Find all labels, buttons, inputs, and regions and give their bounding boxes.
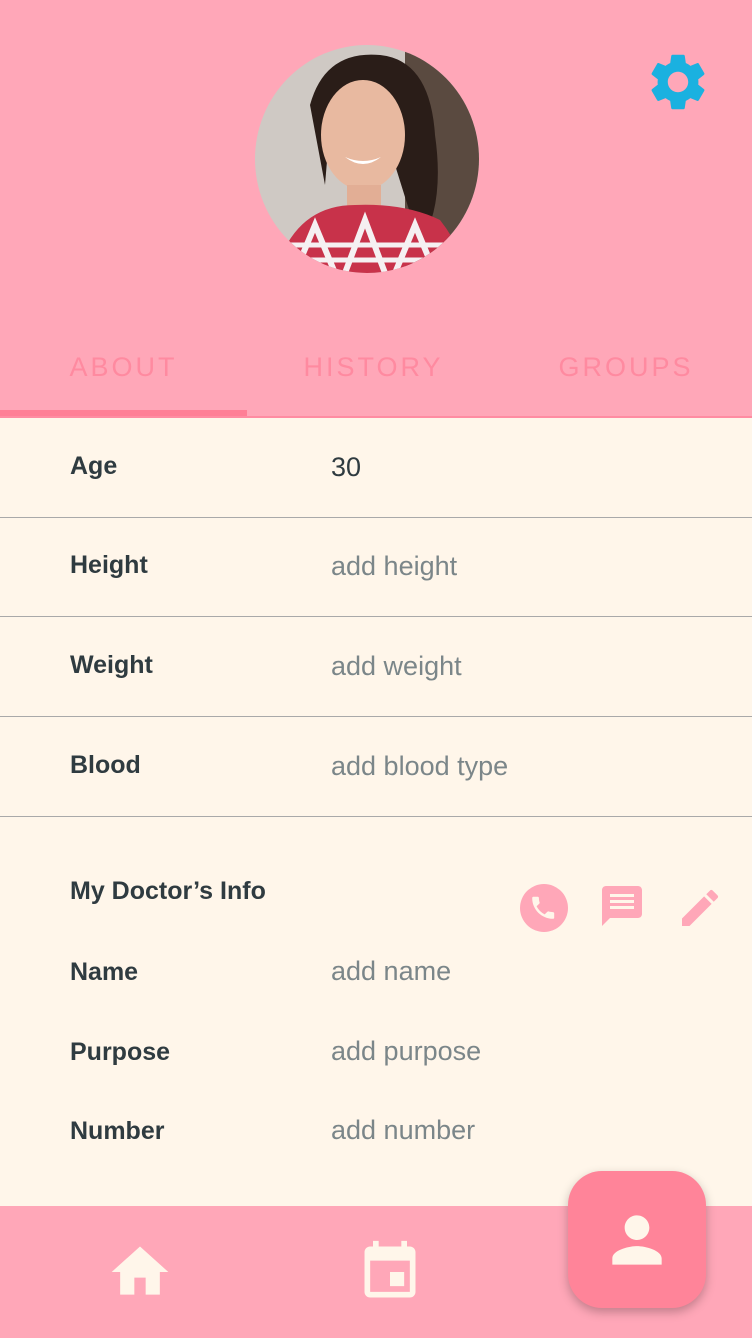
- blood-label: Blood: [70, 751, 141, 779]
- doctor-purpose-value[interactable]: add purpose: [331, 1036, 481, 1067]
- weight-label: Weight: [70, 651, 153, 679]
- doctor-info-title: My Doctor’s Info: [70, 877, 266, 905]
- tab-history[interactable]: HISTORY: [247, 330, 500, 418]
- profile-tabs: ABOUT HISTORY GROUPS: [0, 330, 752, 418]
- tab-groups[interactable]: GROUPS: [500, 330, 752, 418]
- avatar: [255, 45, 479, 273]
- message-icon[interactable]: [598, 882, 650, 934]
- doctor-purpose-label: Purpose: [70, 1038, 171, 1066]
- home-icon[interactable]: [102, 1238, 178, 1311]
- doctor-number-value[interactable]: add number: [331, 1115, 475, 1146]
- phone-icon[interactable]: [518, 882, 570, 934]
- blood-value[interactable]: add blood type: [331, 751, 508, 782]
- calendar-icon[interactable]: [356, 1236, 424, 1313]
- doctor-name-value[interactable]: add name: [331, 956, 451, 987]
- person-icon: [612, 1214, 662, 1265]
- avatar-photo: [255, 45, 479, 273]
- weight-value[interactable]: add weight: [331, 651, 462, 682]
- profile-fab-button[interactable]: [568, 1171, 706, 1308]
- age-label: Age: [70, 452, 118, 480]
- active-tab-indicator: [0, 410, 247, 416]
- about-row-age[interactable]: Age 30: [0, 418, 752, 518]
- age-value: 30: [331, 452, 362, 482]
- about-row-height[interactable]: Height add height: [0, 517, 752, 617]
- tab-about[interactable]: ABOUT: [0, 330, 247, 418]
- about-row-weight[interactable]: Weight add weight: [0, 617, 752, 717]
- doctor-number-label: Number: [70, 1117, 165, 1145]
- height-value[interactable]: add height: [331, 551, 457, 582]
- height-label: Height: [70, 551, 148, 579]
- doctor-name-label: Name: [70, 958, 139, 986]
- settings-gear-icon[interactable]: [644, 48, 712, 116]
- about-row-blood[interactable]: Blood add blood type: [0, 717, 752, 817]
- pencil-edit-icon[interactable]: [676, 884, 728, 936]
